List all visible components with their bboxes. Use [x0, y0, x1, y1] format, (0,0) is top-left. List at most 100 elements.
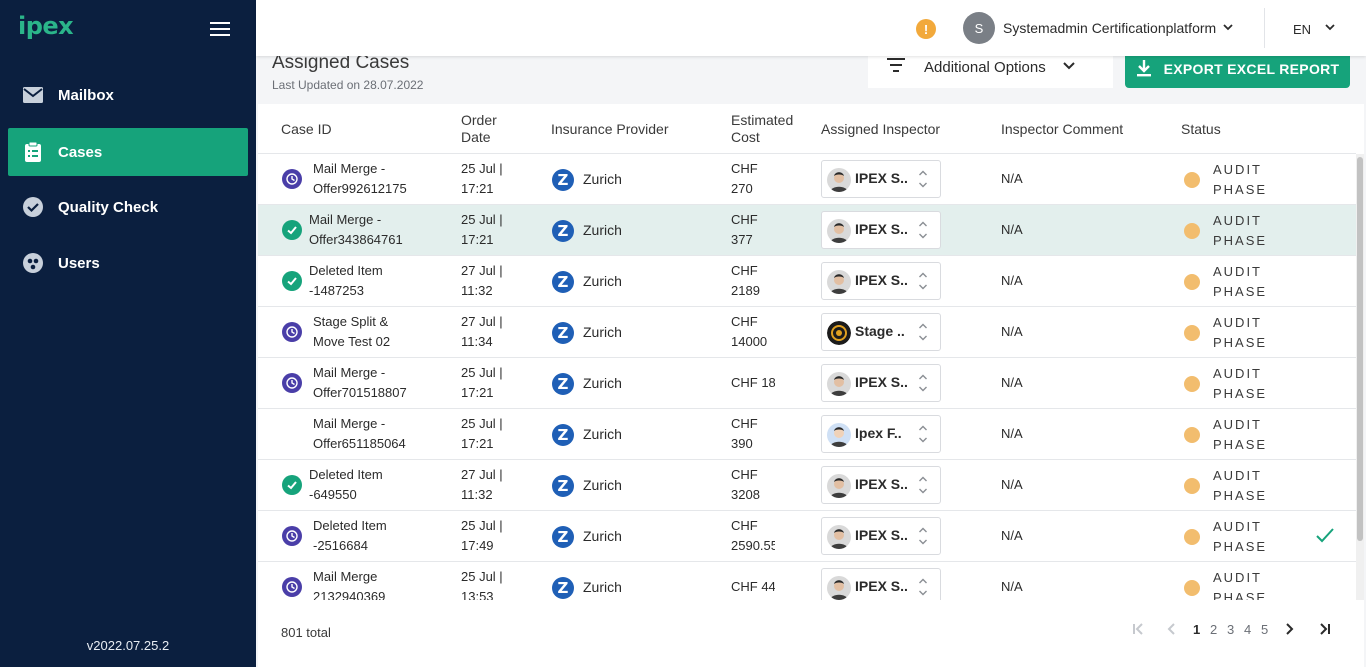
estimated-cost-line2: 14000 [731, 334, 768, 349]
case-id[interactable]: Mail Merge - Offer992612175 [313, 159, 407, 199]
chevron-down-icon[interactable] [1222, 20, 1234, 38]
sidebar-item-users[interactable]: Users [8, 239, 248, 287]
table-row[interactable]: Mail Merge - Offer651185064 25 Jul | 17:21 Z… [258, 409, 1356, 460]
case-id[interactable]: Mail Merge - Offer343864761 [309, 210, 403, 250]
estimated-cost: CHF 44 [731, 567, 775, 597]
page-3[interactable]: 3 [1227, 622, 1234, 637]
inspector-select[interactable]: IPEX S.. [821, 211, 941, 249]
status-line1: AUDIT [1213, 570, 1262, 585]
language-selector[interactable]: EN [1293, 22, 1311, 37]
chevron-down-icon[interactable] [1324, 20, 1336, 38]
estimated-cost-line1: CHF [731, 416, 758, 431]
table-row[interactable]: Deleted Item -2516684 25 Jul | 17:49 Z Zurich… [258, 511, 1356, 562]
case-id-line1: Deleted Item [309, 467, 383, 482]
insurance-provider: Zurich [583, 528, 622, 544]
next-page-icon[interactable] [1285, 623, 1295, 638]
insurance-provider: Zurich [583, 324, 622, 340]
inspector-comment: N/A [1001, 579, 1023, 594]
estimated-cost: CHF 377 [731, 210, 775, 250]
inspector-select[interactable]: Stage .. [821, 313, 941, 351]
table-row[interactable]: Mail Merge - Offer343864761 25 Jul | 17:21 Z… [258, 205, 1356, 256]
last-page-icon[interactable] [1319, 623, 1331, 638]
inspector-name: IPEX S.. [855, 527, 908, 543]
column-header-case-id[interactable]: Case ID [281, 121, 332, 138]
case-id[interactable]: Mail Merge - Offer701518807 [313, 363, 407, 403]
case-id[interactable]: Deleted Item -649550 [309, 465, 383, 505]
stepper-icon[interactable] [918, 424, 928, 449]
column-header-order-date[interactable]: Order Date [461, 112, 511, 146]
column-header-estimated-cost[interactable]: Estimated Cost [731, 112, 801, 146]
page-1[interactable]: 1 [1193, 622, 1200, 637]
status-badge: AUDIT PHASE [1213, 466, 1267, 506]
case-id[interactable]: Deleted Item -1487253 [309, 261, 383, 301]
sidebar-item-cases[interactable]: Cases [8, 128, 248, 176]
stepper-icon[interactable] [918, 271, 928, 296]
check-circle-icon [282, 271, 302, 291]
order-date-day: 27 Jul | [461, 263, 503, 278]
column-header-status[interactable]: Status [1181, 121, 1221, 138]
order-date: 25 Jul | 17:21 [461, 414, 503, 454]
case-id[interactable]: Mail Merge 2132940369 [313, 567, 385, 600]
inspector-select[interactable]: IPEX S.. [821, 160, 941, 198]
status-line2: PHASE [1213, 590, 1268, 600]
order-date: 25 Jul | 17:21 [461, 210, 503, 250]
scrollbar-thumb[interactable] [1357, 157, 1363, 541]
table-row[interactable]: Mail Merge - Offer992612175 25 Jul | 17:21 Z… [258, 154, 1356, 205]
total-count: 801 total [281, 625, 331, 640]
table-row[interactable]: Deleted Item -649550 27 Jul | 11:32 Z Zurich C… [258, 460, 1356, 511]
status-line1: AUDIT [1213, 417, 1262, 432]
order-date: 27 Jul | 11:32 [461, 465, 503, 505]
prev-page-icon[interactable] [1166, 623, 1176, 638]
order-date-time: 17:21 [461, 436, 494, 451]
check-circle-icon [22, 196, 44, 218]
vertical-scrollbar[interactable] [1356, 154, 1364, 600]
inspector-avatar [827, 474, 851, 498]
table-row[interactable]: Mail Merge - Offer701518807 25 Jul | 17:21 Z… [258, 358, 1356, 409]
case-id-line1: Stage Split & [313, 314, 389, 329]
checkmark-icon[interactable] [1315, 525, 1335, 550]
warning-icon[interactable]: ! [916, 19, 936, 39]
page-2[interactable]: 2 [1210, 622, 1217, 637]
table-row[interactable]: Stage Split & Move Test 02 27 Jul | 11:34 Z Z… [258, 307, 1356, 358]
case-id[interactable]: Mail Merge - Offer651185064 [313, 414, 406, 454]
hamburger-menu-icon[interactable] [210, 22, 230, 36]
order-date: 25 Jul | 13:53 [461, 567, 503, 600]
table-row[interactable]: Mail Merge 2132940369 25 Jul | 13:53 Z Zurich… [258, 562, 1356, 600]
inspector-select[interactable]: IPEX S.. [821, 262, 941, 300]
inspector-select[interactable]: IPEX S.. [821, 364, 941, 402]
inspector-select[interactable]: IPEX S.. [821, 517, 941, 555]
stepper-icon[interactable] [918, 322, 928, 347]
table-row[interactable]: Deleted Item -1487253 27 Jul | 11:32 Z Zurich… [258, 256, 1356, 307]
column-header-insurance-provider[interactable]: Insurance Provider [551, 121, 669, 138]
inspector-name: IPEX S.. [855, 578, 908, 594]
column-header-assigned-inspector[interactable]: Assigned Inspector [821, 121, 940, 138]
inspector-select[interactable]: IPEX S.. [821, 568, 941, 600]
stepper-icon[interactable] [918, 220, 928, 245]
stepper-icon[interactable] [918, 526, 928, 551]
case-id[interactable]: Deleted Item -2516684 [313, 516, 387, 556]
page-4[interactable]: 4 [1244, 622, 1251, 637]
page-5[interactable]: 5 [1261, 622, 1268, 637]
case-id[interactable]: Stage Split & Move Test 02 [313, 312, 390, 352]
order-date: 25 Jul | 17:21 [461, 363, 503, 403]
avatar[interactable]: S [963, 12, 995, 44]
inspector-avatar [827, 525, 851, 549]
stepper-icon[interactable] [918, 475, 928, 500]
stepper-icon[interactable] [918, 373, 928, 398]
user-name[interactable]: Systemadmin Certificationplatform [1003, 20, 1216, 36]
ipex-logo[interactable]: ipex [18, 12, 74, 40]
estimated-cost-line1: CHF [731, 467, 758, 482]
clock-icon [282, 169, 302, 189]
first-page-icon[interactable] [1132, 623, 1144, 638]
order-date-day: 25 Jul | [461, 518, 503, 533]
stepper-icon[interactable] [918, 169, 928, 194]
inspector-select[interactable]: IPEX S.. [821, 466, 941, 504]
sidebar-item-quality-check[interactable]: Quality Check [8, 183, 248, 231]
stepper-icon[interactable] [918, 577, 928, 600]
sidebar-item-mailbox[interactable]: Mailbox [8, 71, 248, 119]
estimated-cost: CHF 14000 [731, 312, 775, 352]
case-id-line2: Offer701518807 [313, 385, 407, 400]
status-dot [1184, 223, 1200, 239]
inspector-select[interactable]: Ipex F.. [821, 415, 941, 453]
column-header-inspector-comment[interactable]: Inspector Comment [1001, 121, 1123, 138]
